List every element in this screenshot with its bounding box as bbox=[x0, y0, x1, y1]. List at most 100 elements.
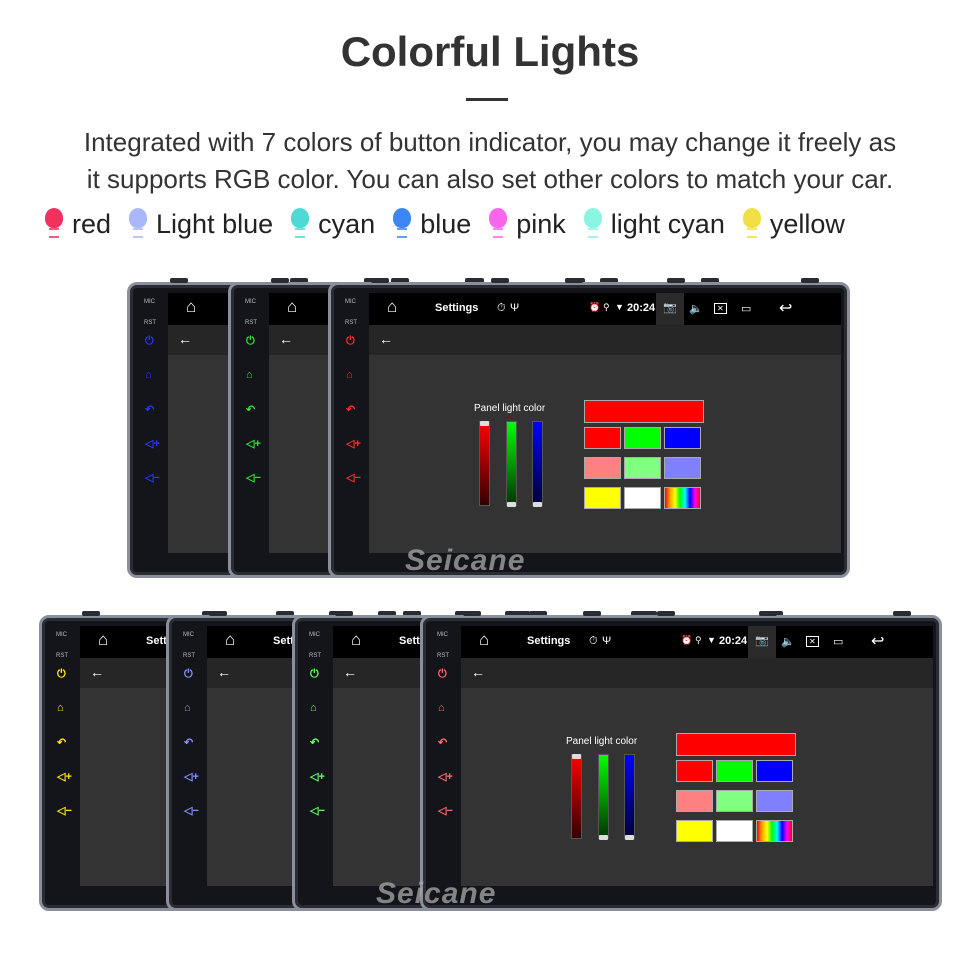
color-swatch[interactable] bbox=[584, 487, 621, 509]
home-icon[interactable]: ⌂ bbox=[57, 702, 64, 714]
color-swatch[interactable] bbox=[664, 427, 701, 449]
home-icon[interactable]: ⌂ bbox=[246, 369, 253, 381]
color-swatch[interactable] bbox=[584, 457, 621, 479]
power-icon[interactable]: ⏻ bbox=[246, 335, 255, 348]
volume-up-icon[interactable]: ◁+ bbox=[438, 770, 453, 783]
rst-button[interactable]: RST bbox=[437, 653, 449, 659]
rgb-slider[interactable] bbox=[479, 421, 490, 506]
slider-handle[interactable] bbox=[599, 835, 608, 840]
volume-icon[interactable]: 🔈 bbox=[689, 302, 703, 315]
color-swatch[interactable] bbox=[664, 487, 701, 509]
color-swatch[interactable] bbox=[756, 820, 793, 842]
back-icon[interactable]: ↶ bbox=[184, 736, 193, 749]
return-icon[interactable]: ↩ bbox=[871, 631, 884, 651]
back-arrow-icon[interactable]: ← bbox=[178, 331, 192, 347]
back-arrow-icon[interactable]: ← bbox=[90, 664, 104, 680]
legend-item: Light blue bbox=[128, 206, 273, 242]
power-icon[interactable]: ⏻ bbox=[310, 668, 319, 681]
slider-handle[interactable] bbox=[533, 502, 542, 507]
close-app-icon[interactable]: ✕ bbox=[806, 636, 819, 647]
color-swatch[interactable] bbox=[676, 760, 713, 782]
slider-handle[interactable] bbox=[572, 754, 581, 759]
color-swatch[interactable] bbox=[624, 457, 661, 479]
volume-down-icon[interactable]: ◁− bbox=[246, 471, 261, 484]
color-swatch[interactable] bbox=[676, 820, 713, 842]
slider-handle[interactable] bbox=[507, 502, 516, 507]
volume-down-icon[interactable]: ◁− bbox=[310, 804, 325, 817]
rst-button[interactable]: RST bbox=[144, 320, 156, 326]
back-icon[interactable]: ↶ bbox=[346, 403, 355, 416]
slider-handle[interactable] bbox=[480, 421, 489, 426]
home-icon[interactable]: ⌂ bbox=[346, 369, 353, 381]
rst-button[interactable]: RST bbox=[345, 320, 357, 326]
color-swatch[interactable] bbox=[624, 487, 661, 509]
back-arrow-icon[interactable]: ← bbox=[343, 664, 357, 680]
screenshot-icon[interactable]: 📷 bbox=[656, 293, 684, 325]
volume-up-icon[interactable]: ◁+ bbox=[246, 437, 261, 450]
volume-icon[interactable]: 🔈 bbox=[781, 635, 795, 648]
home-icon[interactable]: ⌂ bbox=[184, 702, 191, 714]
volume-down-icon[interactable]: ◁− bbox=[57, 804, 72, 817]
power-icon[interactable]: ⏻ bbox=[57, 668, 66, 681]
volume-up-icon[interactable]: ◁+ bbox=[310, 770, 325, 783]
color-swatch[interactable] bbox=[756, 790, 793, 812]
home-icon[interactable]: ⌂ bbox=[351, 630, 361, 650]
volume-down-icon[interactable]: ◁− bbox=[438, 804, 453, 817]
volume-down-icon[interactable]: ◁− bbox=[145, 471, 160, 484]
home-icon[interactable]: ⌂ bbox=[287, 297, 297, 317]
volume-up-icon[interactable]: ◁+ bbox=[184, 770, 199, 783]
color-swatch[interactable] bbox=[676, 790, 713, 812]
home-icon[interactable]: ⌂ bbox=[387, 297, 397, 317]
volume-up-icon[interactable]: ◁+ bbox=[57, 770, 72, 783]
power-icon[interactable]: ⏻ bbox=[184, 668, 193, 681]
back-icon[interactable]: ↶ bbox=[246, 403, 255, 416]
rgb-slider[interactable] bbox=[571, 754, 582, 839]
usb-icon: Ψ bbox=[510, 302, 520, 314]
home-icon[interactable]: ⌂ bbox=[438, 702, 445, 714]
volume-down-icon[interactable]: ◁− bbox=[346, 471, 361, 484]
rst-button[interactable]: RST bbox=[309, 653, 321, 659]
color-swatch[interactable] bbox=[664, 457, 701, 479]
back-arrow-icon[interactable]: ← bbox=[471, 664, 485, 680]
back-arrow-icon[interactable]: ← bbox=[217, 664, 231, 680]
rgb-slider[interactable] bbox=[624, 754, 635, 840]
back-icon[interactable]: ↶ bbox=[57, 736, 66, 749]
color-swatch[interactable] bbox=[756, 760, 793, 782]
power-icon[interactable]: ⏻ bbox=[346, 335, 355, 348]
rst-button[interactable]: RST bbox=[183, 653, 195, 659]
slider-handle[interactable] bbox=[625, 835, 634, 840]
rst-button[interactable]: RST bbox=[245, 320, 257, 326]
return-icon[interactable]: ↩ bbox=[779, 298, 792, 318]
back-arrow-icon[interactable]: ← bbox=[279, 331, 293, 347]
watermark-logo: Seicane bbox=[405, 544, 526, 577]
home-icon[interactable]: ⌂ bbox=[186, 297, 196, 317]
recent-apps-icon[interactable]: ▭ bbox=[833, 635, 843, 648]
color-swatch[interactable] bbox=[624, 427, 661, 449]
home-icon[interactable]: ⌂ bbox=[310, 702, 317, 714]
recent-apps-icon[interactable]: ▭ bbox=[741, 302, 751, 315]
rgb-slider[interactable] bbox=[532, 421, 543, 507]
volume-up-icon[interactable]: ◁+ bbox=[145, 437, 160, 450]
color-swatch[interactable] bbox=[716, 760, 753, 782]
color-swatch[interactable] bbox=[716, 790, 753, 812]
back-arrow-icon[interactable]: ← bbox=[379, 331, 393, 347]
power-icon[interactable]: ⏻ bbox=[438, 668, 447, 681]
legend-label: Light blue bbox=[156, 208, 274, 239]
home-icon[interactable]: ⌂ bbox=[479, 630, 489, 650]
color-swatch[interactable] bbox=[716, 820, 753, 842]
rgb-slider[interactable] bbox=[598, 754, 609, 840]
screenshot-icon[interactable]: 📷 bbox=[748, 626, 776, 658]
rst-button[interactable]: RST bbox=[56, 653, 68, 659]
power-icon[interactable]: ⏻ bbox=[145, 335, 154, 348]
back-icon[interactable]: ↶ bbox=[310, 736, 319, 749]
back-icon[interactable]: ↶ bbox=[145, 403, 154, 416]
back-icon[interactable]: ↶ bbox=[438, 736, 447, 749]
home-icon[interactable]: ⌂ bbox=[225, 630, 235, 650]
volume-up-icon[interactable]: ◁+ bbox=[346, 437, 361, 450]
color-swatch[interactable] bbox=[584, 427, 621, 449]
home-icon[interactable]: ⌂ bbox=[145, 369, 152, 381]
close-app-icon[interactable]: ✕ bbox=[714, 303, 727, 314]
rgb-slider[interactable] bbox=[506, 421, 517, 507]
home-icon[interactable]: ⌂ bbox=[98, 630, 108, 650]
volume-down-icon[interactable]: ◁− bbox=[184, 804, 199, 817]
